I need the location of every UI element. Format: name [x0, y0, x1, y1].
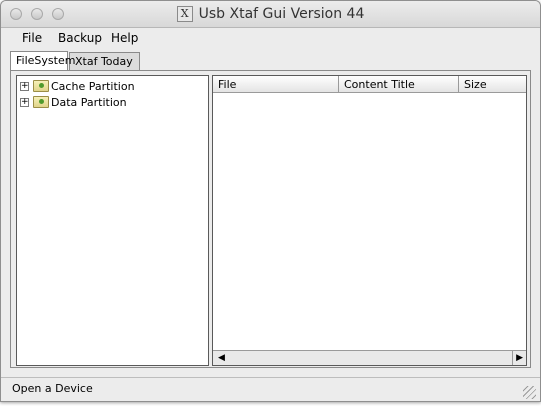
- column-header-file[interactable]: File: [213, 76, 339, 92]
- tree-node-data-partition[interactable]: + Data Partition: [20, 95, 127, 109]
- table-header: File Content Title Size: [213, 76, 526, 93]
- app-window: X Usb Xtaf Gui Version 44 File Backup Hel…: [0, 0, 541, 402]
- tab-xtaf-today[interactable]: Xtaf Today: [69, 52, 140, 70]
- tab-filesystem[interactable]: FileSystem: [10, 51, 75, 70]
- column-header-content-title[interactable]: Content Title: [339, 76, 459, 92]
- menu-bar: File Backup Help: [1, 28, 540, 49]
- scroll-right-icon[interactable]: ▶: [516, 353, 523, 363]
- tree-node-label: Data Partition: [51, 95, 127, 109]
- resize-grip-icon[interactable]: [523, 386, 536, 399]
- window-title-text: Usb Xtaf Gui Version 44: [198, 6, 365, 22]
- scroll-left-icon[interactable]: ◀: [218, 353, 225, 363]
- tree-node-cache-partition[interactable]: + Cache Partition: [20, 79, 135, 93]
- menu-help[interactable]: Help: [111, 31, 138, 45]
- folder-icon: [33, 80, 49, 92]
- title-bar[interactable]: X Usb Xtaf Gui Version 44: [1, 1, 540, 28]
- window-title: X Usb Xtaf Gui Version 44: [1, 6, 540, 22]
- file-table[interactable]: File Content Title Size ◀ ▶: [212, 75, 527, 366]
- column-header-size[interactable]: Size: [459, 76, 526, 92]
- horizontal-scrollbar[interactable]: ◀ ▶: [213, 350, 526, 365]
- folder-icon: [33, 96, 49, 108]
- menu-file[interactable]: File: [22, 31, 42, 45]
- x11-app-icon: X: [176, 6, 193, 22]
- menu-backup[interactable]: Backup: [58, 31, 102, 45]
- expand-icon[interactable]: +: [20, 81, 29, 91]
- scroll-right-button[interactable]: ▶: [512, 351, 526, 365]
- tab-content-panel: + Cache Partition + Data Partition File …: [10, 70, 531, 368]
- partition-tree[interactable]: + Cache Partition + Data Partition: [16, 75, 209, 366]
- expand-icon[interactable]: +: [20, 97, 29, 107]
- status-text: Open a Device: [12, 382, 93, 395]
- tree-node-label: Cache Partition: [51, 79, 135, 93]
- status-bar: Open a Device: [1, 377, 540, 401]
